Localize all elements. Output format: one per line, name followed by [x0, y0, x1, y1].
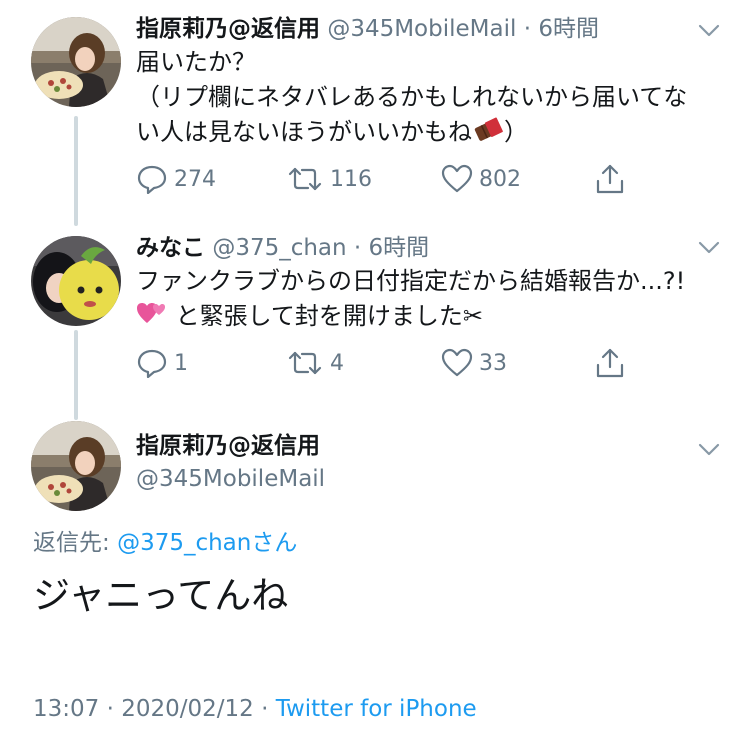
reply-button[interactable]: 274: [136, 162, 216, 196]
like-count: 33: [479, 350, 507, 376]
reply-count: 1: [174, 350, 188, 376]
thread-line: [74, 116, 78, 226]
tweet-text-line: い人は見ないほうがいいかもね ）: [136, 115, 687, 153]
tweet-text-segment: い人は見ないほうがいいかもね: [136, 118, 472, 146]
like-button[interactable]: 33: [441, 346, 507, 380]
retweet-icon: [288, 167, 322, 191]
reply-icon: [137, 349, 167, 378]
chevron-down-icon[interactable]: [698, 24, 720, 38]
tweet-timestamp: 13:07 · 2020/02/12 ·: [33, 696, 276, 722]
main-tweet-handle: @345MobileMail: [136, 464, 325, 494]
display-name[interactable]: みなこ: [136, 235, 205, 261]
reply-count: 274: [174, 166, 216, 192]
heart-icon: [441, 348, 473, 377]
tweet-actions: 1 4 33: [136, 346, 636, 380]
chevron-down-icon[interactable]: [698, 443, 720, 457]
share-button[interactable]: [594, 346, 626, 380]
user-handle[interactable]: @345MobileMail: [327, 16, 516, 42]
tweet-text-line: 届いたか？: [136, 48, 256, 76]
tweet-header: みなこ @375_chan · 6時間: [136, 233, 429, 263]
retweet-button[interactable]: 116: [286, 162, 372, 196]
reply-icon: [137, 165, 167, 194]
tweet-time[interactable]: 6時間: [538, 16, 599, 42]
tweet-time[interactable]: 6時間: [369, 235, 430, 261]
tweet-header: 指原莉乃@返信用 @345MobileMail · 6時間: [136, 14, 599, 44]
two-hearts-icon: [136, 299, 168, 337]
tweet-text-segment: と緊張して封を開けました✂: [175, 302, 484, 330]
replying-label: 返信先:: [33, 530, 118, 556]
tweet-actions: 274 116 802: [136, 162, 636, 196]
chevron-down-icon[interactable]: [698, 241, 720, 255]
like-button[interactable]: 802: [441, 162, 521, 196]
replying-to: 返信先: @375_chanさん: [33, 523, 297, 557]
tweet-text: ファンクラブからの日付指定だから結婚報告か...?! と緊張して封を開けました✂: [136, 264, 685, 337]
reply-mention-link[interactable]: @375_chanさん: [117, 530, 297, 556]
like-count: 802: [479, 166, 521, 192]
chocolate-bar-icon: [472, 117, 504, 153]
tweet-text-line: と緊張して封を開けました✂: [136, 299, 685, 337]
display-name[interactable]: 指原莉乃@返信用: [136, 433, 320, 459]
tweet-text-segment: ）: [504, 118, 528, 146]
retweet-count: 116: [330, 166, 372, 192]
main-tweet-name: 指原莉乃@返信用: [136, 431, 320, 461]
avatar[interactable]: [31, 421, 121, 511]
tweet-metadata: 13:07 · 2020/02/12 · Twitter for iPhone: [33, 696, 477, 722]
separator-dot: ·: [523, 16, 532, 42]
display-name[interactable]: 指原莉乃@返信用: [136, 16, 320, 42]
avatar[interactable]: [31, 17, 121, 107]
tweet-thread: 指原莉乃@返信用 @345MobileMail · 6時間 届いたか？ （リプ欄…: [0, 0, 750, 750]
avatar[interactable]: [31, 236, 121, 326]
tweet-text-line: ファンクラブからの日付指定だから結婚報告か...?!: [136, 267, 686, 295]
main-tweet-text: ジャニってんね: [33, 574, 289, 617]
separator-dot: ·: [353, 235, 362, 261]
tweet-text-line: （リプ欄にネタバレあるかもしれないから届いてな: [136, 83, 688, 111]
heart-icon: [441, 164, 473, 193]
user-handle[interactable]: @375_chan: [212, 235, 346, 261]
retweet-button[interactable]: 4: [286, 346, 344, 380]
thread-line: [74, 330, 78, 420]
share-icon: [596, 348, 624, 378]
tweet-text: 届いたか？ （リプ欄にネタバレあるかもしれないから届いてな い人は見ないほうがい…: [136, 45, 687, 153]
user-handle[interactable]: @345MobileMail: [136, 466, 325, 492]
tweet-source-link[interactable]: Twitter for iPhone: [276, 696, 477, 722]
share-icon: [596, 164, 624, 194]
retweet-icon: [288, 351, 322, 375]
reply-button[interactable]: 1: [136, 346, 188, 380]
share-button[interactable]: [594, 162, 626, 196]
retweet-count: 4: [330, 350, 344, 376]
